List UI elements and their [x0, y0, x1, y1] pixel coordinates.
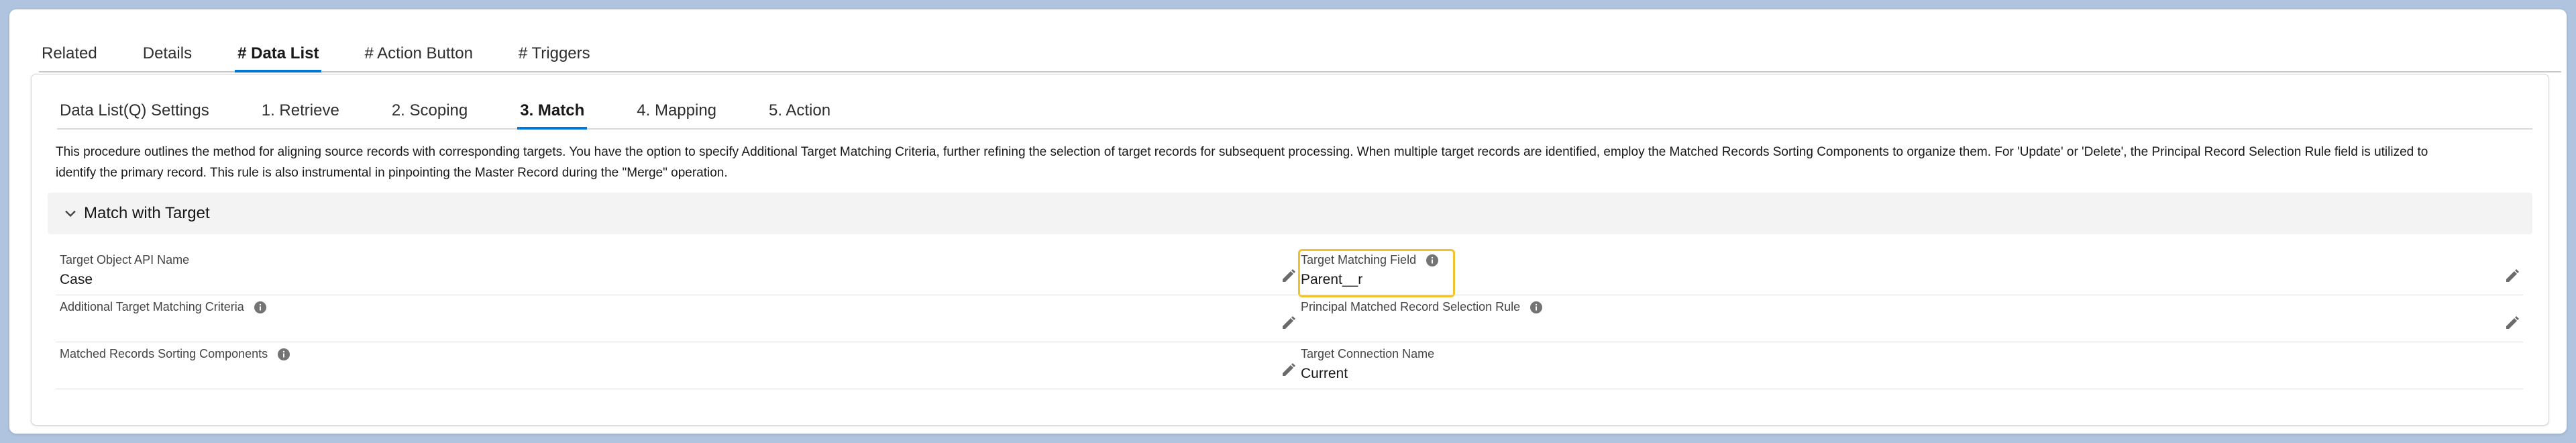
record-tabs: Related Details # Data List # Action But… — [39, 34, 2561, 72]
edit-pencil-icon[interactable] — [2504, 268, 2520, 284]
field-label: Additional Target Matching Criteria — [60, 300, 267, 314]
field-target-connection-name: Target Connection Name Current — [1297, 344, 2523, 389]
field-label-text: Target Matching Field — [1301, 253, 1417, 266]
description-line-1: This procedure outlines the method for a… — [56, 145, 2428, 159]
tab-action[interactable]: 5. Action — [766, 101, 833, 128]
tab-details[interactable]: Details — [140, 44, 195, 71]
section-title: Match with Target — [84, 204, 210, 222]
field-target-matching-field: Target Matching Field Parent__r — [1297, 250, 2523, 295]
field-label-text: Target Connection Name — [1301, 347, 1435, 360]
field-principal-matched-record-selection-rule: Principal Matched Record Selection Rule — [1297, 297, 2523, 342]
section-header-match-with-target[interactable]: Match with Target — [48, 193, 2532, 234]
field-label: Target Matching Field — [1301, 253, 1439, 267]
chevron-down-icon — [65, 210, 76, 217]
edit-pencil-icon[interactable] — [1281, 362, 1297, 378]
field-label: Matched Records Sorting Components — [60, 347, 290, 361]
edit-pencil-icon[interactable] — [1281, 268, 1297, 284]
info-icon[interactable] — [1529, 301, 1543, 314]
tab-action-button[interactable]: # Action Button — [362, 44, 475, 71]
field-label: Target Connection Name — [1301, 347, 1434, 361]
description-line-2: identify the primary record. This rule i… — [56, 166, 728, 180]
tab-match[interactable]: 3. Match — [517, 101, 588, 130]
field-label-text: Target Object API Name — [60, 253, 190, 266]
tab-data-list-settings[interactable]: Data List(Q) Settings — [57, 101, 212, 128]
edit-pencil-icon[interactable] — [1281, 315, 1297, 331]
tab-mapping[interactable]: 4. Mapping — [634, 101, 719, 128]
field-value: Case — [60, 272, 93, 287]
field-value: Current — [1301, 366, 1348, 381]
data-list-panel: Data List(Q) Settings 1. Retrieve 2. Sco… — [31, 74, 2549, 426]
tab-scoping[interactable]: 2. Scoping — [389, 101, 470, 128]
field-target-object-api-name: Target Object API Name Case — [56, 250, 1299, 295]
field-label: Target Object API Name — [60, 253, 189, 267]
field-matched-records-sorting-components: Matched Records Sorting Components — [56, 344, 1299, 389]
field-label-text: Matched Records Sorting Components — [60, 347, 268, 360]
tab-related[interactable]: Related — [39, 44, 100, 71]
match-description: This procedure outlines the method for a… — [56, 142, 2531, 183]
data-list-step-tabs: Data List(Q) Settings 1. Retrieve 2. Sco… — [57, 92, 2532, 130]
field-label-text: Additional Target Matching Criteria — [60, 300, 244, 313]
tab-data-list[interactable]: # Data List — [235, 44, 322, 72]
field-value: Parent__r — [1301, 272, 1363, 287]
info-icon[interactable] — [1426, 254, 1439, 267]
tab-retrieve[interactable]: 1. Retrieve — [259, 101, 342, 128]
field-label-text: Principal Matched Record Selection Rule — [1301, 300, 1521, 313]
info-icon[interactable] — [254, 301, 267, 314]
tab-triggers[interactable]: # Triggers — [516, 44, 593, 71]
field-additional-target-matching-criteria: Additional Target Matching Criteria — [56, 297, 1299, 342]
field-label: Principal Matched Record Selection Rule — [1301, 300, 1543, 314]
edit-pencil-icon[interactable] — [2504, 315, 2520, 331]
info-icon[interactable] — [277, 348, 290, 361]
